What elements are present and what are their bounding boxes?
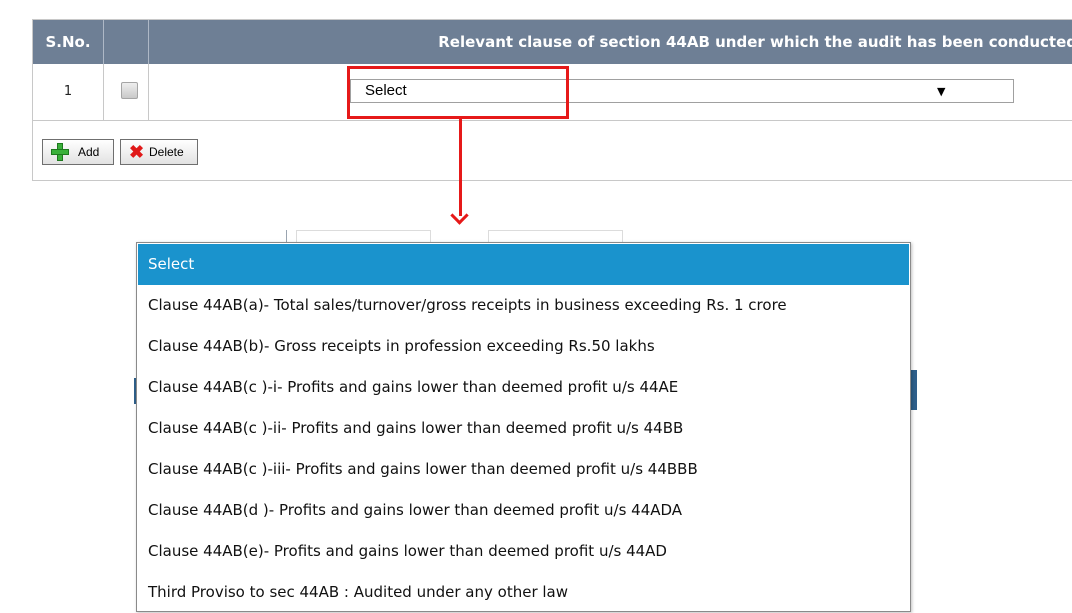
row-sno: 1 <box>63 84 73 99</box>
annotation-arrow-head <box>450 206 469 225</box>
dropdown-option-third-proviso[interactable]: Third Proviso to sec 44AB : Audited unde… <box>138 572 909 613</box>
dropdown-option-44ab-c-iii[interactable]: Clause 44AB(c )-iii- Profits and gains l… <box>138 449 909 490</box>
add-button-label: Add <box>78 145 100 159</box>
annotation-highlight-box <box>347 66 569 119</box>
dropdown-option-44ab-e[interactable]: Clause 44AB(e)- Profits and gains lower … <box>138 531 909 572</box>
dropdown-option-44ab-c-ii[interactable]: Clause 44AB(c )-ii- Profits and gains lo… <box>138 408 909 449</box>
annotation-arrow-line <box>459 119 462 216</box>
table-header: S.No. Relevant clause of section 44AB un… <box>33 20 1072 64</box>
add-button[interactable]: Add <box>42 139 114 165</box>
clause-dropdown-list: Select Clause 44AB(a)- Total sales/turno… <box>136 242 911 612</box>
delete-x-icon: ✖ <box>129 142 145 162</box>
dropdown-arrow-icon[interactable]: ▼ <box>937 81 945 103</box>
dropdown-option-44ab-d[interactable]: Clause 44AB(d )- Profits and gains lower… <box>138 490 909 531</box>
header-sno: S.No. <box>45 33 91 51</box>
background-bar <box>911 370 917 410</box>
header-clause: Relevant clause of section 44AB under wh… <box>438 33 1072 51</box>
dropdown-option-44ab-c-i[interactable]: Clause 44AB(c )-i- Profits and gains low… <box>138 367 909 408</box>
delete-button[interactable]: ✖ Delete <box>120 139 198 165</box>
row-select-checkbox[interactable] <box>121 82 138 99</box>
delete-button-label: Delete <box>149 145 184 159</box>
cell-divider <box>103 64 104 120</box>
dropdown-option-44ab-b[interactable]: Clause 44AB(b)- Gross receipts in profes… <box>138 326 909 367</box>
cell-divider <box>148 64 149 120</box>
plus-icon <box>51 143 69 161</box>
dropdown-option-44ab-a[interactable]: Clause 44AB(a)- Total sales/turnover/gro… <box>138 285 909 326</box>
dropdown-option-select[interactable]: Select <box>138 244 909 285</box>
